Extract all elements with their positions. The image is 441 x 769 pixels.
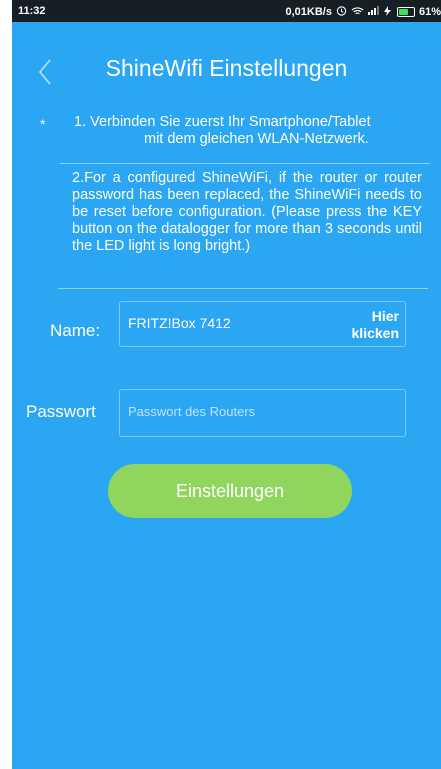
- info-step-1-line-2: mit dem gleichen WLAN-Netzwerk.: [144, 131, 369, 147]
- app-screen: 11:32 0,01KB/s 61% ShineWifi Einstellung…: [12, 0, 441, 769]
- ssid-field[interactable]: FRITZ!Box 7412 Hier klicken: [119, 301, 406, 347]
- hier-klicken-line-2: klicken: [351, 325, 399, 341]
- name-label: Name:: [50, 321, 101, 340]
- status-bar: 11:32 0,01KB/s 61%: [12, 0, 441, 22]
- hier-klicken-button[interactable]: Hier klicken: [352, 308, 399, 342]
- alarm-icon: [336, 5, 347, 19]
- password-input[interactable]: Passwort des Routers: [119, 389, 406, 437]
- password-label: Passwort: [26, 402, 96, 421]
- battery-icon: [396, 7, 415, 17]
- wifi-icon: [351, 6, 364, 19]
- network-speed: 0,01KB/s: [285, 6, 332, 18]
- ssid-value: FRITZ!Box 7412: [128, 315, 231, 331]
- status-right: 0,01KB/s 61%: [285, 5, 441, 19]
- password-placeholder: Passwort des Routers: [128, 404, 256, 419]
- charging-icon: [383, 5, 391, 19]
- divider: [58, 288, 428, 289]
- signal-icon: [367, 6, 380, 18]
- settings-submit-button[interactable]: Einstellungen: [108, 464, 352, 518]
- divider: [60, 163, 430, 164]
- battery-percent: 61%: [418, 6, 441, 18]
- info-step-1-line-1: 1. Verbinden Sie zuerst Ihr Smartphone/T…: [74, 114, 371, 130]
- info-step-1: 1. Verbinden Sie zuerst Ihr Smartphone/T…: [74, 114, 414, 148]
- header: ShineWifi Einstellungen: [12, 22, 441, 92]
- info-star: *: [40, 116, 46, 132]
- page-title: ShineWifi Einstellungen: [105, 55, 348, 81]
- status-time: 11:32: [18, 5, 46, 17]
- hier-klicken-line-1: Hier: [371, 308, 399, 324]
- info-step-2: 2.For a configured ShineWiFi, if the rou…: [72, 170, 422, 254]
